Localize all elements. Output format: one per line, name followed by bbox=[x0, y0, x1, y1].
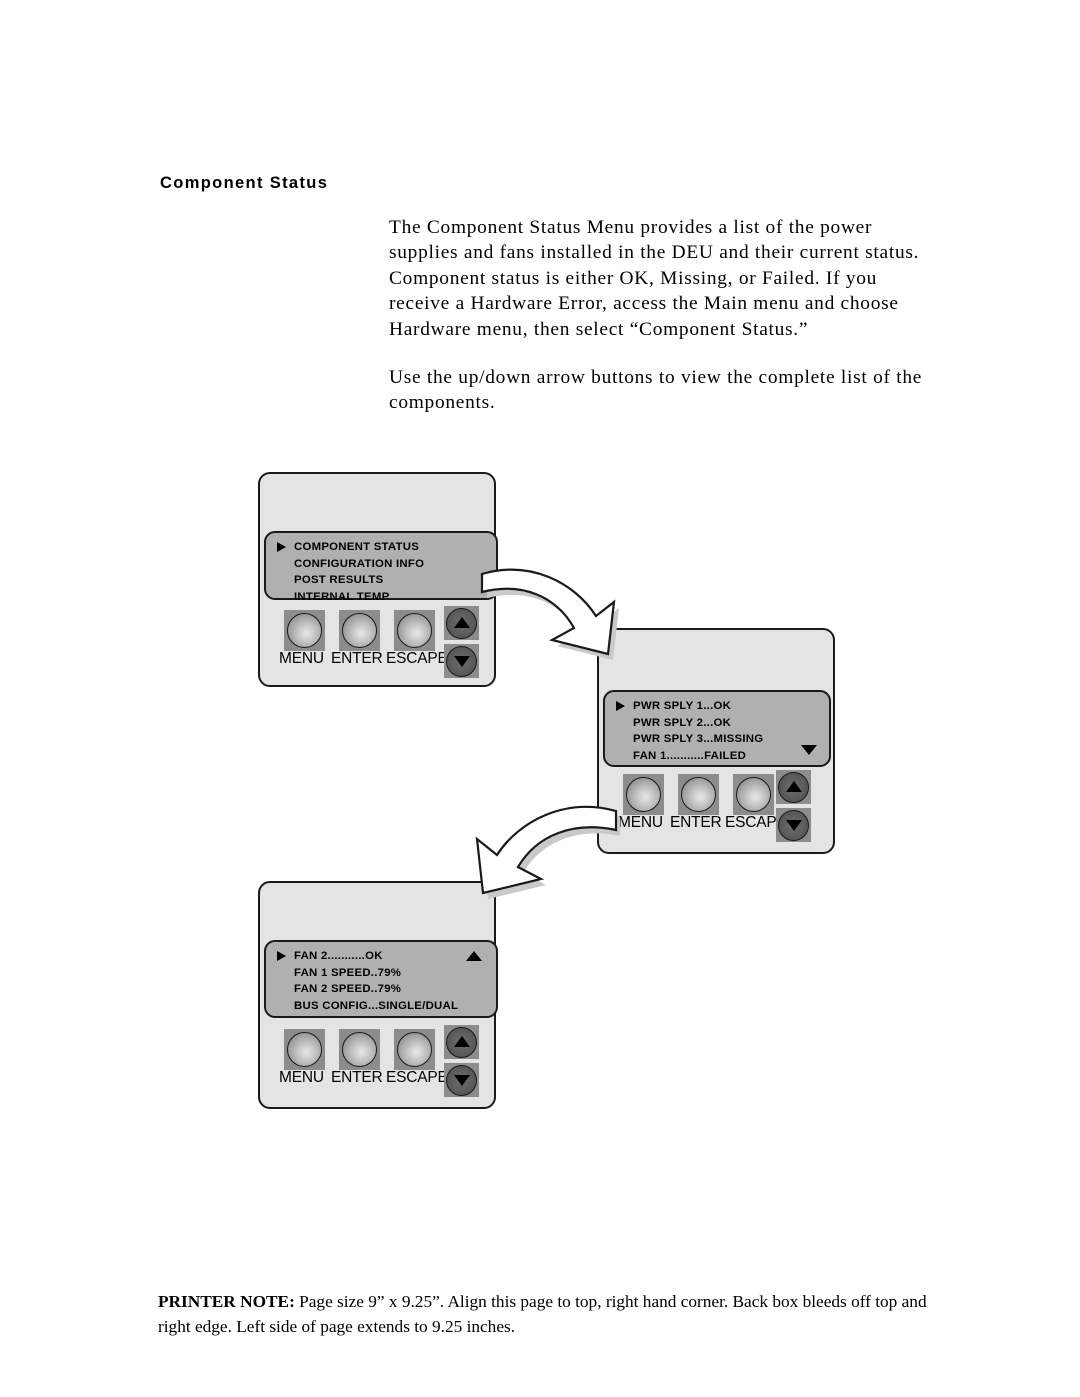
menu-button[interactable] bbox=[284, 1029, 325, 1070]
escape-button[interactable] bbox=[733, 774, 774, 815]
deu-front-panel-menu: COMPONENT STATUS CONFIGURATION INFO POST… bbox=[258, 472, 498, 687]
enter-button-label: ENTER bbox=[331, 1069, 383, 1086]
lcd-row-label: PWR SPLY 2...OK bbox=[633, 716, 732, 729]
enter-button-label: ENTER bbox=[670, 814, 722, 831]
body-paragraph-2: Use the up/down arrow buttons to view th… bbox=[389, 367, 923, 414]
lcd-row-label: FAN 2...........OK bbox=[294, 950, 383, 962]
lcd-row: INTERNAL TEMP bbox=[266, 589, 496, 606]
enter-button-label: ENTER bbox=[331, 650, 383, 667]
round-push-button-icon bbox=[397, 613, 432, 648]
triangle-up-glyph bbox=[785, 780, 802, 792]
scroll-up-button[interactable] bbox=[776, 770, 811, 804]
menu-button-label: MENU bbox=[279, 650, 324, 667]
enter-button[interactable] bbox=[339, 610, 380, 651]
scroll-down-button[interactable] bbox=[776, 808, 811, 842]
triangle-down-glyph bbox=[785, 820, 802, 832]
triangle-up-glyph bbox=[453, 616, 470, 628]
selection-cursor-icon bbox=[616, 701, 625, 712]
lcd-row: BUS CONFIG...SINGLE/DUAL bbox=[266, 998, 496, 1015]
lcd-row: FAN 1 SPEED..79% bbox=[266, 965, 496, 982]
triangle-down-icon bbox=[446, 1064, 477, 1096]
lcd-row: CONFIGURATION INFO bbox=[266, 556, 496, 573]
round-push-button-icon bbox=[681, 777, 716, 812]
lcd-row: FAN 1...........FAILED bbox=[605, 748, 829, 765]
escape-button[interactable] bbox=[394, 1029, 435, 1070]
escape-button-label: ESCAPE bbox=[386, 650, 448, 667]
menu-button-label: MENU bbox=[279, 1069, 324, 1086]
round-push-button-icon bbox=[287, 1032, 322, 1067]
lcd-row-label: POST RESULTS bbox=[294, 574, 384, 586]
lcd-row-label: INTERNAL TEMP bbox=[294, 590, 390, 603]
selection-cursor-icon bbox=[277, 951, 286, 962]
triangle-up-glyph bbox=[453, 1035, 470, 1047]
scroll-more-up-icon bbox=[466, 951, 482, 961]
round-push-button-icon bbox=[342, 613, 377, 648]
lcd-row: FAN 2 SPEED..79% bbox=[266, 981, 496, 998]
lcd-row: POST RESULTS bbox=[266, 572, 496, 589]
lcd-row: FAN 2...........OK bbox=[266, 948, 496, 965]
lcd-row-label: BUS CONFIG...SINGLE/DUAL bbox=[294, 999, 459, 1012]
page-title: Component Status bbox=[160, 174, 329, 192]
lcd-row: PWR SPLY 2...OK bbox=[605, 715, 829, 732]
triangle-down-icon bbox=[778, 809, 809, 841]
menu-button-label: MENU bbox=[618, 814, 663, 831]
enter-button[interactable] bbox=[339, 1029, 380, 1070]
deu-front-panel-component-status-page-2: FAN 2...........OK FAN 1 SPEED..79% FAN … bbox=[258, 881, 498, 1109]
round-push-button-icon bbox=[287, 613, 322, 648]
scroll-down-button[interactable] bbox=[444, 644, 479, 678]
scroll-more-down-icon bbox=[801, 745, 817, 755]
menu-button[interactable] bbox=[623, 774, 664, 815]
lcd-screen: PWR SPLY 1...OK PWR SPLY 2...OK PWR SPLY… bbox=[603, 690, 831, 767]
round-push-button-icon bbox=[626, 777, 661, 812]
lcd-row-label: FAN 2 SPEED..79% bbox=[294, 983, 402, 995]
triangle-down-icon bbox=[446, 645, 477, 677]
lcd-row-label: PWR SPLY 1...OK bbox=[633, 700, 732, 712]
escape-button[interactable] bbox=[394, 610, 435, 651]
lcd-row-label: CONFIGURATION INFO bbox=[294, 557, 425, 570]
selection-cursor-icon bbox=[277, 542, 286, 553]
lcd-row-label: COMPONENT STATUS bbox=[294, 541, 420, 553]
lcd-row: PWR SPLY 3...MISSING bbox=[605, 731, 829, 748]
printer-note: PRINTER NOTE: Page size 9” x 9.25”. Alig… bbox=[158, 1290, 948, 1339]
triangle-up-icon bbox=[778, 771, 809, 803]
deu-front-panel-component-status-page-1: PWR SPLY 1...OK PWR SPLY 2...OK PWR SPLY… bbox=[597, 628, 835, 854]
printer-note-label: PRINTER NOTE: bbox=[158, 1292, 295, 1311]
menu-button[interactable] bbox=[284, 610, 325, 651]
triangle-up-icon bbox=[446, 607, 477, 639]
scroll-up-button[interactable] bbox=[444, 1025, 479, 1059]
body-paragraph-1: The Component Status Menu provides a lis… bbox=[389, 217, 920, 340]
lcd-row: PWR SPLY 1...OK bbox=[605, 698, 829, 715]
scroll-down-button[interactable] bbox=[444, 1063, 479, 1097]
lcd-screen: FAN 2...........OK FAN 1 SPEED..79% FAN … bbox=[264, 940, 498, 1018]
round-push-button-icon bbox=[397, 1032, 432, 1067]
triangle-down-glyph bbox=[453, 656, 470, 668]
triangle-down-glyph bbox=[453, 1075, 470, 1087]
round-push-button-icon bbox=[736, 777, 771, 812]
lcd-row: COMPONENT STATUS bbox=[266, 539, 496, 556]
lcd-row-label: PWR SPLY 3...MISSING bbox=[633, 733, 764, 745]
scroll-up-button[interactable] bbox=[444, 606, 479, 640]
enter-button[interactable] bbox=[678, 774, 719, 815]
escape-button-label: ESCAPE bbox=[386, 1069, 448, 1086]
lcd-screen: COMPONENT STATUS CONFIGURATION INFO POST… bbox=[264, 531, 498, 603]
round-push-button-icon bbox=[342, 1032, 377, 1067]
lcd-row-label: FAN 1...........FAILED bbox=[633, 749, 747, 762]
lcd-row-label: FAN 1 SPEED..79% bbox=[294, 966, 402, 979]
triangle-up-icon bbox=[446, 1026, 477, 1058]
